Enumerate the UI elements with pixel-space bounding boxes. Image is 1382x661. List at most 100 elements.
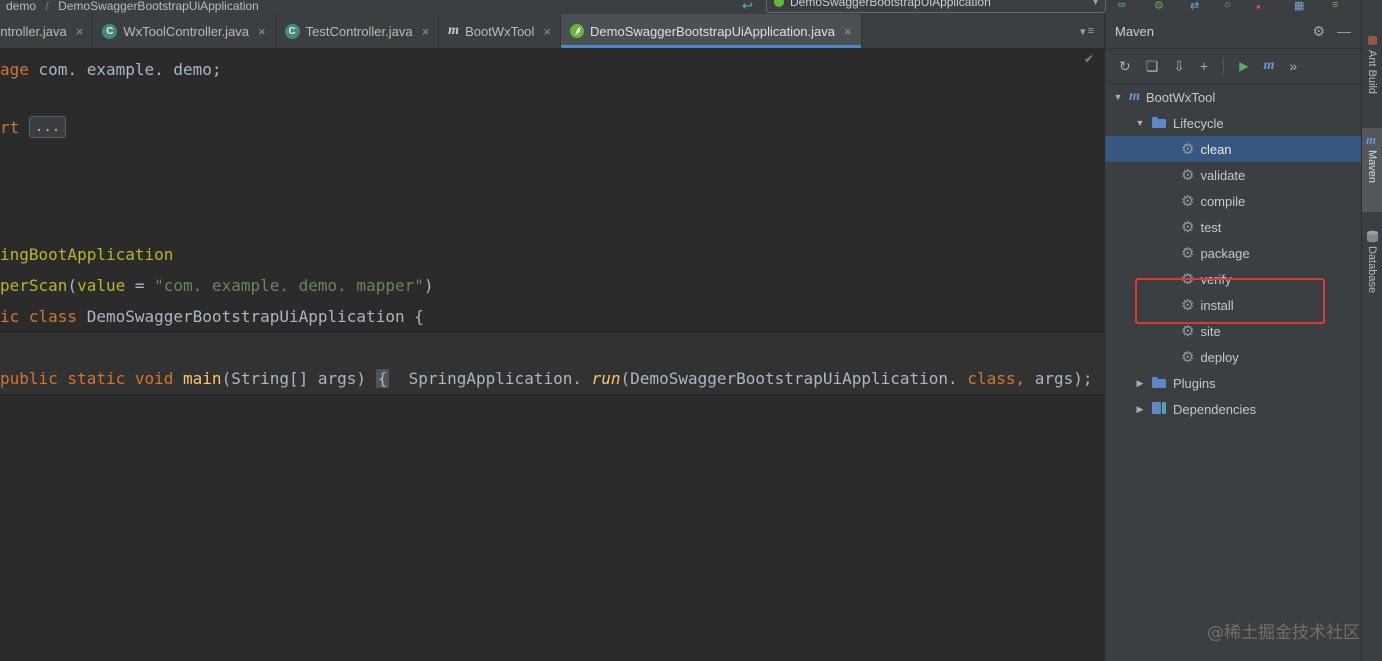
brace-match-highlight: { xyxy=(375,369,390,388)
maven-tree: ▼ m BootWxTool ▼ Lifecycle ⚙ clean ⚙ val… xyxy=(1105,84,1361,422)
breadcrumb-project[interactable]: demo xyxy=(6,0,36,13)
tab-label: DemoSwaggerBootstrapUiApplication.java xyxy=(590,23,835,39)
watermark: @稀土掘金技术社区 xyxy=(1207,623,1360,643)
generate-sources-icon[interactable]: ❏ xyxy=(1146,58,1159,75)
maven-goal-verify[interactable]: ⚙ verify xyxy=(1105,266,1361,292)
download-sources-icon[interactable]: ⇩ xyxy=(1173,58,1185,75)
tabs-list-button[interactable]: ▾ ≡ xyxy=(1080,14,1104,48)
tabs-list-icon: ≡ xyxy=(1087,25,1094,37)
goal-label: clean xyxy=(1200,141,1232,157)
maven-goal-clean[interactable]: ⚙ clean xyxy=(1105,136,1361,162)
structure-view-icon[interactable]: ≡ xyxy=(1332,0,1338,11)
class-icon: C xyxy=(102,23,118,39)
maven-goal-site[interactable]: ⚙ site xyxy=(1105,318,1361,344)
tab-label: WxToolController.java xyxy=(123,23,250,39)
goal-gear-icon: ⚙ xyxy=(1181,140,1195,158)
tool-window-bar: Ant Build m Maven Database xyxy=(1361,0,1382,661)
tree-node-project[interactable]: ▼ m BootWxTool xyxy=(1105,84,1361,110)
expand-icon[interactable]: ▶ xyxy=(1135,378,1145,389)
tab-wxtoolcontroller-java[interactable]: C WxToolController.java × xyxy=(93,14,276,48)
close-icon[interactable]: × xyxy=(258,24,266,39)
goal-label: site xyxy=(1200,323,1221,339)
maven-project-icon: m xyxy=(1129,89,1140,104)
plugins-folder-icon xyxy=(1151,375,1167,392)
close-icon[interactable]: × xyxy=(543,24,551,39)
code-line: perScan(value = "com. example. demo. map… xyxy=(0,276,434,295)
spring-boot-icon xyxy=(570,24,585,38)
spring-boot-icon xyxy=(774,0,784,7)
tree-node-lifecycle[interactable]: ▼ Lifecycle xyxy=(1105,110,1361,136)
stop-icon[interactable]: ▪ xyxy=(1256,0,1261,14)
run-icon[interactable]: ▶ xyxy=(1239,59,1248,73)
maven-button[interactable]: Maven xyxy=(1366,150,1378,183)
goal-gear-icon: ⚙ xyxy=(1181,348,1195,366)
maven-title: Maven xyxy=(1115,23,1155,39)
code-line: ingBootApplication xyxy=(0,245,174,264)
project-label: BootWxTool xyxy=(1145,89,1216,105)
breadcrumb: demo / DemoSwaggerBootstrapUiApplication xyxy=(6,0,265,13)
refresh-icon[interactable]: ↻ xyxy=(1119,58,1131,75)
gear-icon[interactable]: ⚙ xyxy=(1312,23,1325,40)
maven-header: Maven ⚙ — xyxy=(1105,14,1361,49)
code-with-me-icon[interactable]: ∞ xyxy=(1118,0,1126,11)
dependencies-icon xyxy=(1151,401,1167,418)
settings-sync-icon[interactable]: ⚙ xyxy=(1154,0,1164,12)
breadcrumb-file[interactable]: DemoSwaggerBootstrapUiApplication xyxy=(58,0,259,13)
run-config-select[interactable]: DemoSwaggerBootstrapUiApplication ▾ xyxy=(766,0,1106,13)
minimize-icon[interactable]: — xyxy=(1337,23,1351,39)
ant-build-button[interactable]: Ant Build xyxy=(1366,50,1378,94)
close-icon[interactable]: × xyxy=(76,24,84,39)
maven-goal-validate[interactable]: ⚙ validate xyxy=(1105,162,1361,188)
lifecycle-folder-icon xyxy=(1151,115,1167,132)
maven-goal-test[interactable]: ⚙ test xyxy=(1105,214,1361,240)
breadcrumb-separator: / xyxy=(45,0,49,13)
maven-goal-compile[interactable]: ⚙ compile xyxy=(1105,188,1361,214)
goal-label: package xyxy=(1200,245,1250,261)
tab-controller-java[interactable]: ontroller.java × xyxy=(0,14,94,48)
profiler-icon[interactable]: ○ xyxy=(1224,0,1231,11)
expand-icon[interactable]: ▶ xyxy=(1135,404,1145,415)
goal-gear-icon: ⚙ xyxy=(1181,192,1195,210)
dependencies-label: Dependencies xyxy=(1173,401,1257,417)
goal-gear-icon: ⚙ xyxy=(1181,296,1195,314)
maven-goal-deploy[interactable]: ⚙ deploy xyxy=(1105,344,1361,370)
tree-node-plugins[interactable]: ▶ Plugins xyxy=(1105,370,1361,396)
more-icon[interactable]: » xyxy=(1289,58,1297,74)
tree-node-dependencies[interactable]: ▶ Dependencies xyxy=(1105,396,1361,422)
main-toolbar: demo / DemoSwaggerBootstrapUiApplication… xyxy=(0,0,1382,14)
maven-goal-package[interactable]: ⚙ package xyxy=(1105,240,1361,266)
maven-goal-install[interactable]: ⚙ install xyxy=(1105,292,1361,318)
run-config-label: DemoSwaggerBootstrapUiApplication xyxy=(790,0,991,9)
maven-toolbar: ↻ ❏ ⇩ + ▶ m » xyxy=(1105,49,1361,84)
tab-demoswaggerbootstrapuiapplication-java[interactable]: DemoSwaggerBootstrapUiApplication.java × xyxy=(561,14,862,48)
chevron-down-icon: ▾ xyxy=(1092,0,1098,8)
goal-label: deploy xyxy=(1200,349,1239,365)
tab-bootwxtool[interactable]: m BootWxTool × xyxy=(439,14,562,48)
execute-goal-icon[interactable]: m xyxy=(1263,58,1274,74)
add-icon[interactable]: + xyxy=(1200,58,1208,74)
goal-label: verify xyxy=(1200,271,1232,287)
close-icon[interactable]: × xyxy=(422,24,430,39)
collapse-icon[interactable]: ▼ xyxy=(1113,92,1123,102)
inspections-status-icon[interactable]: ✔ xyxy=(1084,52,1094,66)
ide-window: demo / DemoSwaggerBootstrapUiApplication… xyxy=(0,0,1382,661)
tool-windows-icon[interactable]: ▦ xyxy=(1294,0,1304,12)
goal-label: compile xyxy=(1200,193,1246,209)
tab-testcontroller-java[interactable]: C TestController.java × xyxy=(276,14,440,48)
vcs-update-icon[interactable]: ⇄ xyxy=(1190,0,1199,12)
chevron-down-icon: ▾ xyxy=(1080,25,1086,38)
goal-label: install xyxy=(1200,297,1234,313)
goal-label: test xyxy=(1200,219,1222,235)
goal-gear-icon: ⚙ xyxy=(1181,218,1195,236)
goal-gear-icon: ⚙ xyxy=(1181,270,1195,288)
back-arrow-icon[interactable]: ↩ xyxy=(742,0,753,14)
code-editor[interactable]: age com. example. demo; rt ... ingBootAp… xyxy=(0,48,1104,661)
database-button[interactable]: Database xyxy=(1366,246,1378,293)
folded-imports[interactable]: ... xyxy=(28,116,67,138)
code-line: public static void main(String[] args) {… xyxy=(0,369,1093,388)
plugins-label: Plugins xyxy=(1173,375,1216,391)
collapse-icon[interactable]: ▼ xyxy=(1135,118,1145,128)
tab-label: BootWxTool xyxy=(465,23,535,39)
toolbar-separator xyxy=(1223,58,1225,74)
close-icon[interactable]: × xyxy=(844,24,852,39)
